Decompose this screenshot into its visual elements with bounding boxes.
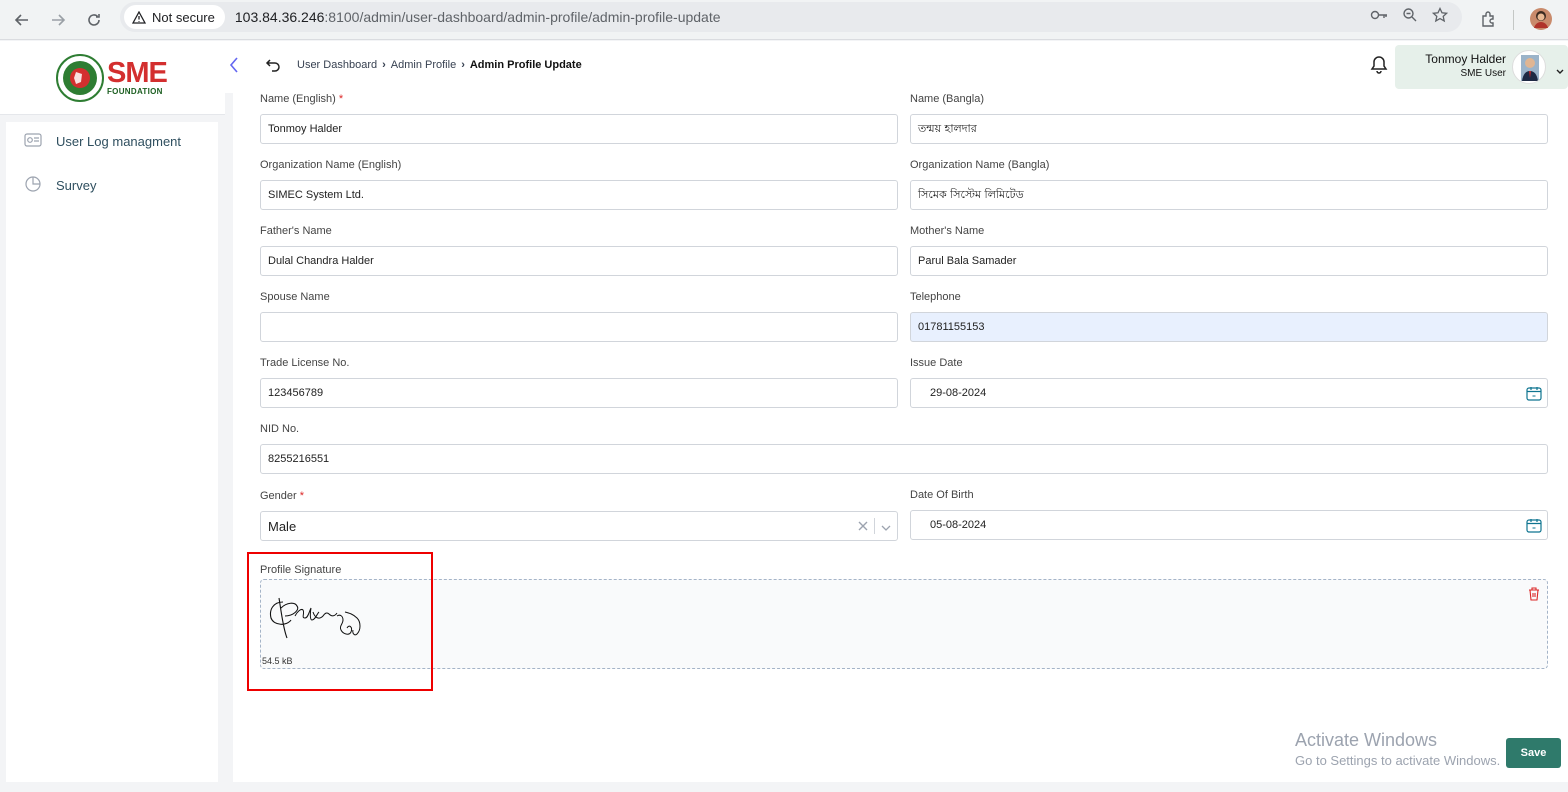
user-menu[interactable]: Tonmoy Halder SME User [1395, 45, 1568, 89]
toolbar-divider [1513, 10, 1514, 30]
trash-icon[interactable] [1528, 587, 1540, 606]
required-mark: * [299, 490, 305, 502]
sidebar-item-user-log[interactable]: User Log managment [24, 133, 181, 150]
bookmark-star-icon[interactable] [1431, 6, 1449, 28]
save-button[interactable]: Save [1506, 738, 1561, 768]
sidebar-item-survey[interactable]: Survey [24, 176, 96, 195]
user-name: Tonmoy Halder [1425, 52, 1506, 66]
sidebar: User Log managment Survey [6, 122, 218, 782]
user-role: SME User [1460, 68, 1506, 79]
sidebar-item-label: User Log managment [56, 134, 182, 149]
org-bangla-label: Organization Name (Bangla) [910, 159, 1050, 171]
watermark-line2: Go to Settings to activate Windows. [1295, 753, 1501, 768]
gender-value: Male [268, 518, 297, 534]
sidebar-item-label: Survey [56, 178, 97, 193]
breadcrumb-separator-icon: › [382, 59, 386, 71]
breadcrumb-admin-profile[interactable]: Admin Profile [391, 59, 456, 71]
url-text[interactable]: 103.84.36.246:8100/admin/user-dashboard/… [235, 9, 721, 25]
highlight-box [247, 552, 433, 691]
breadcrumb-user-dashboard[interactable]: User Dashboard [297, 59, 377, 71]
gender-label: Gender * [260, 490, 305, 502]
extensions-icon[interactable] [1480, 10, 1498, 33]
name-bangla-label: Name (Bangla) [910, 93, 984, 105]
profile-form: Name (English) * Tonmoy Halder Name (Ban… [233, 93, 1568, 782]
avatar [1512, 50, 1546, 84]
chevron-down-icon[interactable] [1556, 62, 1564, 80]
nid-label: NID No. [260, 423, 300, 435]
key-icon[interactable] [1370, 8, 1388, 26]
org-bangla-input[interactable]: সিমেক সিস্টেম লিমিটেড [910, 180, 1548, 210]
calendar-icon[interactable] [1526, 386, 1542, 404]
dob-input[interactable]: 05-08-2024 [910, 510, 1548, 540]
top-header: User Dashboard › Admin Profile › Admin P… [225, 41, 1568, 93]
pie-chart-icon [24, 176, 42, 195]
signature-dropzone[interactable]: 54.5 kB [260, 579, 1548, 669]
sme-logo: SME FOUNDATION [107, 59, 169, 97]
windows-activation-watermark: Activate Windows Go to Settings to activ… [1295, 730, 1500, 768]
collapse-sidebar-chevron-icon[interactable] [229, 57, 239, 78]
nid-input[interactable]: 8255216551 [260, 444, 1548, 474]
logo-brand: SME [107, 57, 168, 89]
warning-icon [132, 10, 146, 24]
required-mark: * [338, 93, 344, 105]
issue-date-input[interactable]: 29-08-2024 [910, 378, 1548, 408]
dob-label: Date Of Birth [910, 489, 974, 501]
org-english-input[interactable]: SIMEC System Ltd. [260, 180, 898, 210]
issue-date-value: 29-08-2024 [930, 387, 987, 399]
mother-name-label: Mother's Name [910, 225, 985, 237]
forward-arrow-icon[interactable] [44, 6, 72, 34]
watermark-line1: Activate Windows [1295, 730, 1438, 750]
url-path: :8100/admin/user-dashboard/admin-profile… [324, 9, 721, 25]
org-english-label: Organization Name (English) [260, 159, 402, 171]
name-english-label: Name (English) * [260, 93, 344, 105]
logo-sub: FOUNDATION [107, 87, 163, 96]
trade-license-input[interactable]: 123456789 [260, 378, 898, 408]
name-bangla-input[interactable]: তন্ময় হালদার [910, 114, 1548, 144]
zoom-icon[interactable] [1402, 7, 1418, 28]
clear-x-icon[interactable] [858, 519, 868, 534]
breadcrumb: User Dashboard › Admin Profile › Admin P… [297, 59, 582, 71]
log-icon [24, 133, 42, 150]
select-divider [874, 518, 875, 534]
back-arrow-icon[interactable] [8, 6, 36, 34]
chevron-down-icon[interactable] [881, 519, 891, 534]
telephone-label: Telephone [910, 291, 961, 303]
reload-icon[interactable] [80, 6, 108, 34]
name-english-input[interactable]: Tonmoy Halder [260, 114, 898, 144]
notification-bell-icon[interactable] [1370, 55, 1388, 80]
spouse-name-label: Spouse Name [260, 291, 330, 303]
telephone-input[interactable]: 01781155153 [910, 312, 1548, 342]
father-name-label: Father's Name [260, 225, 332, 237]
logo-area: SME FOUNDATION [0, 41, 225, 115]
calendar-icon[interactable] [1526, 518, 1542, 536]
dob-value: 05-08-2024 [930, 519, 987, 531]
breadcrumb-separator-icon: › [461, 59, 465, 71]
address-bar[interactable]: Not secure 103.84.36.246:8100/admin/user… [120, 2, 1462, 32]
profile-avatar-icon[interactable] [1530, 8, 1552, 30]
security-label: Not secure [152, 9, 215, 25]
trade-license-label: Trade License No. [260, 357, 350, 369]
security-chip[interactable]: Not secure [124, 5, 225, 29]
government-seal-icon [56, 54, 104, 107]
mother-name-input[interactable]: Parul Bala Samader [910, 246, 1548, 276]
browser-toolbar: Not secure 103.84.36.246:8100/admin/user… [0, 0, 1568, 40]
spouse-name-input[interactable] [260, 312, 898, 342]
breadcrumb-current: Admin Profile Update [469, 59, 582, 71]
undo-back-icon[interactable] [265, 56, 281, 77]
gender-select[interactable]: Male [260, 511, 898, 541]
url-host: 103.84.36.246 [234, 9, 325, 25]
father-name-input[interactable]: Dulal Chandra Halder [260, 246, 898, 276]
issue-date-label: Issue Date [910, 357, 963, 369]
